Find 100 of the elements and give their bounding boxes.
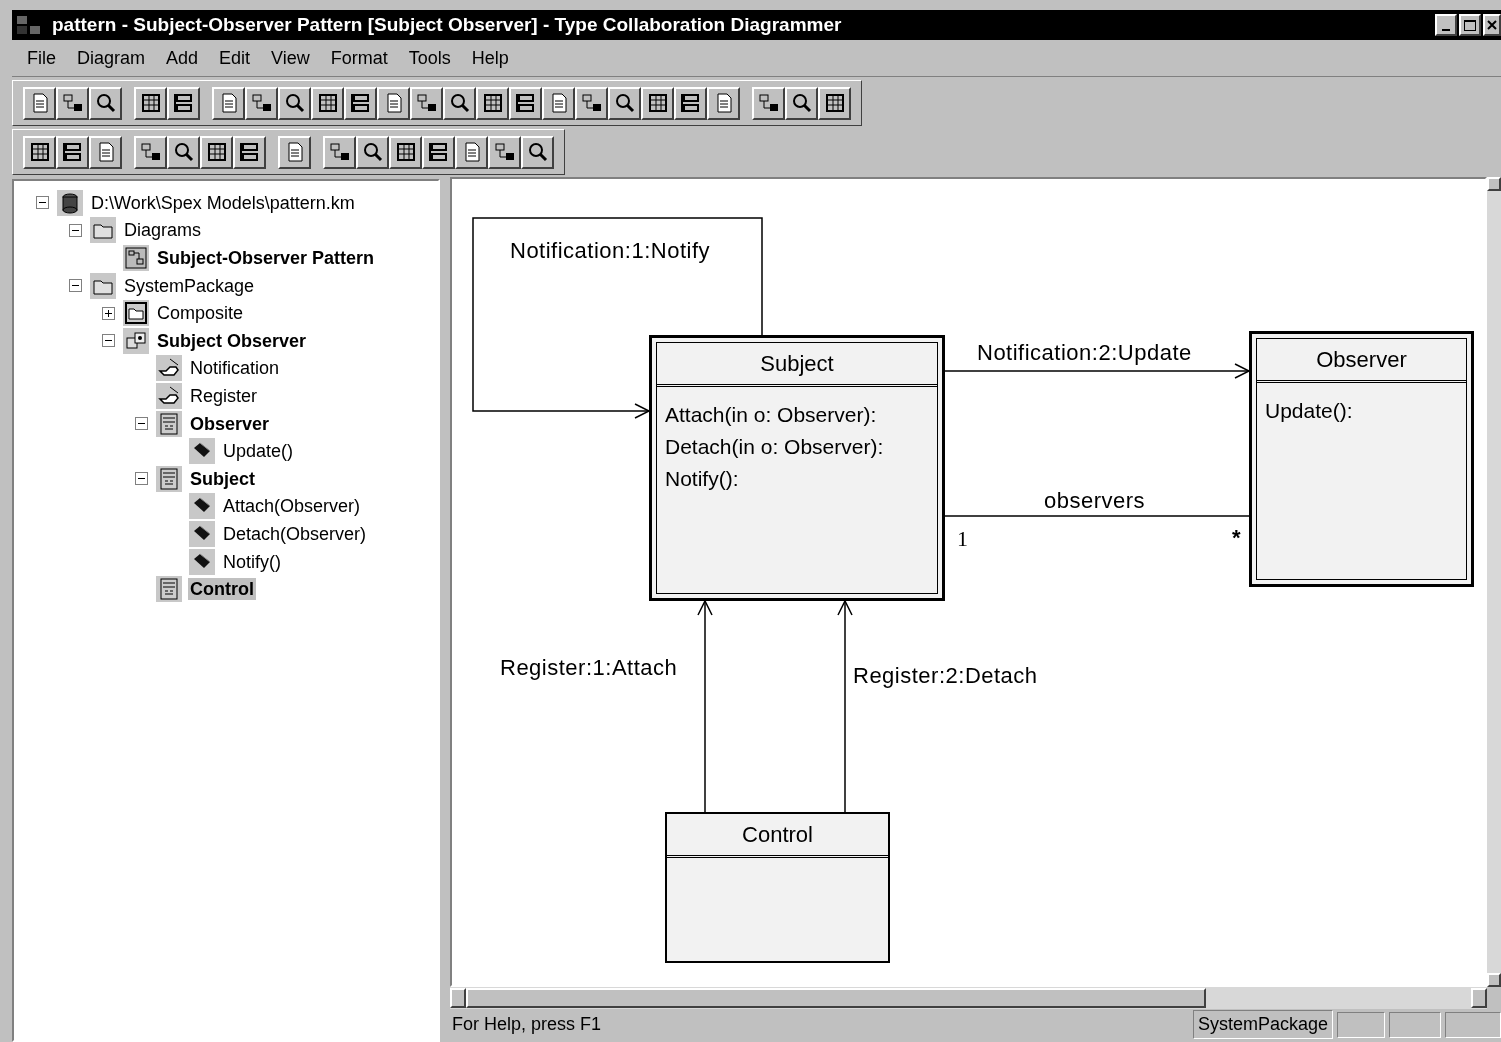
toolbar-button[interactable] [785,86,818,120]
magnifier-icon [361,141,384,163]
toolbar-button[interactable] [167,86,200,120]
minimize-button[interactable] [1435,14,1457,36]
toolbar-button[interactable] [344,86,377,120]
toolbar-button[interactable] [278,135,311,169]
menu-item[interactable]: View [271,44,310,72]
collapse-icon[interactable] [69,279,82,293]
toolbar-button[interactable] [56,86,89,120]
close-icon [1487,20,1497,30]
class-name: Subject [760,350,834,378]
link-label: Notification:1:Notify [510,237,711,265]
tree-item[interactable]: Register [188,384,260,407]
vertical-scrollbar[interactable] [1487,177,1501,987]
tree-item[interactable]: Observer [188,412,272,435]
toolbar-button[interactable] [509,86,542,120]
horizontal-scrollbar[interactable] [450,987,1487,1009]
tree-item[interactable]: Update() [221,440,296,463]
tree-item[interactable]: Diagrams [122,219,204,242]
grid-icon [646,92,669,114]
toolbar-button[interactable] [488,135,521,169]
toolbar-button[interactable] [56,135,89,169]
toolbar-button[interactable] [356,135,389,169]
toolbar-button[interactable] [476,86,509,120]
toolbar-button[interactable] [443,86,476,120]
toolbar-button[interactable] [245,86,278,120]
tree-item[interactable]: Notify() [221,550,283,573]
toolbar-button[interactable] [608,86,641,120]
tree-item[interactable]: Subject Observer [155,329,309,352]
menu-item[interactable]: Add [166,44,199,72]
toolbar-button[interactable] [233,135,266,169]
boxes-icon [580,92,603,114]
status-pane [1445,1011,1501,1038]
magnifier-icon [790,92,813,114]
menu-item[interactable]: Tools [408,44,451,72]
toolbar-button[interactable] [323,135,356,169]
toolbar-button[interactable] [542,86,575,120]
link-label: observers [1044,487,1146,515]
tree-item[interactable]: Attach(Observer) [221,495,363,518]
tree-item[interactable]: Subject-Observer Pattern [155,247,377,269]
boxes-icon [61,92,84,114]
grid-icon [481,92,504,114]
tree-item[interactable]: Detach(Observer) [221,522,369,545]
collapse-icon[interactable] [69,223,82,237]
close-button[interactable] [1483,14,1501,36]
menu-item[interactable]: Diagram [77,44,146,72]
tree-item[interactable]: Subject [188,467,257,490]
tree-item[interactable]: D:\Work\Spex Models\pattern.km [89,191,357,214]
toolbar-button[interactable] [455,135,488,169]
toolbar-button[interactable] [752,86,785,120]
multiplicity-label: 1 [957,525,968,553]
magnifier-icon [283,92,306,114]
toolbar-button[interactable] [212,86,245,120]
operation-text: Attach(in o: Observer): [665,402,878,428]
magnifier-icon [613,92,636,114]
toolbar-button[interactable] [167,135,200,169]
menu-item[interactable]: Help [471,44,509,72]
toolbar-button[interactable] [422,135,455,169]
menu-item[interactable]: File [27,44,56,72]
toolbar-button[interactable] [521,135,554,169]
magnifier-icon [94,92,117,114]
toolbar-button[interactable] [311,86,344,120]
align-icon [238,141,261,163]
grid-icon [28,141,51,163]
collapse-icon[interactable] [36,196,49,210]
menu-item[interactable]: Edit [219,44,251,72]
tree-item[interactable]: Notification [188,357,282,380]
collapse-icon[interactable] [135,417,148,431]
boxes-icon [328,141,351,163]
collapse-icon[interactable] [102,334,115,348]
status-message: For Help, press F1 [451,1013,603,1036]
toolbar-button[interactable] [89,86,122,120]
toolbar-button[interactable] [389,135,422,169]
class-icon [158,578,180,601]
diagram-icon [125,247,147,269]
toolbar-button[interactable] [377,86,410,120]
boxes-icon [757,92,780,114]
collapse-icon[interactable] [135,472,148,486]
toolbar-button[interactable] [707,86,740,120]
toolbar-button[interactable] [641,86,674,120]
toolbar-button[interactable] [278,86,311,120]
tree-item[interactable]: Control [188,578,256,601]
toolbar-button[interactable] [89,135,122,169]
tree-item[interactable]: Composite [155,302,246,325]
toolbar-button[interactable] [200,135,233,169]
toolbar-button[interactable] [818,86,851,120]
toolbar-button[interactable] [410,86,443,120]
class-icon [158,467,180,490]
menu-item[interactable]: Format [330,44,388,72]
expand-icon[interactable] [102,306,115,320]
toolbar-button[interactable] [134,86,167,120]
tree-item[interactable]: SystemPackage [122,274,257,297]
grid-icon [205,141,228,163]
align-icon [349,92,372,114]
toolbar-button[interactable] [674,86,707,120]
toolbar-button[interactable] [23,86,56,120]
toolbar-button[interactable] [134,135,167,169]
maximize-button[interactable] [1459,14,1481,36]
toolbar-button[interactable] [575,86,608,120]
toolbar-button[interactable] [23,135,56,169]
